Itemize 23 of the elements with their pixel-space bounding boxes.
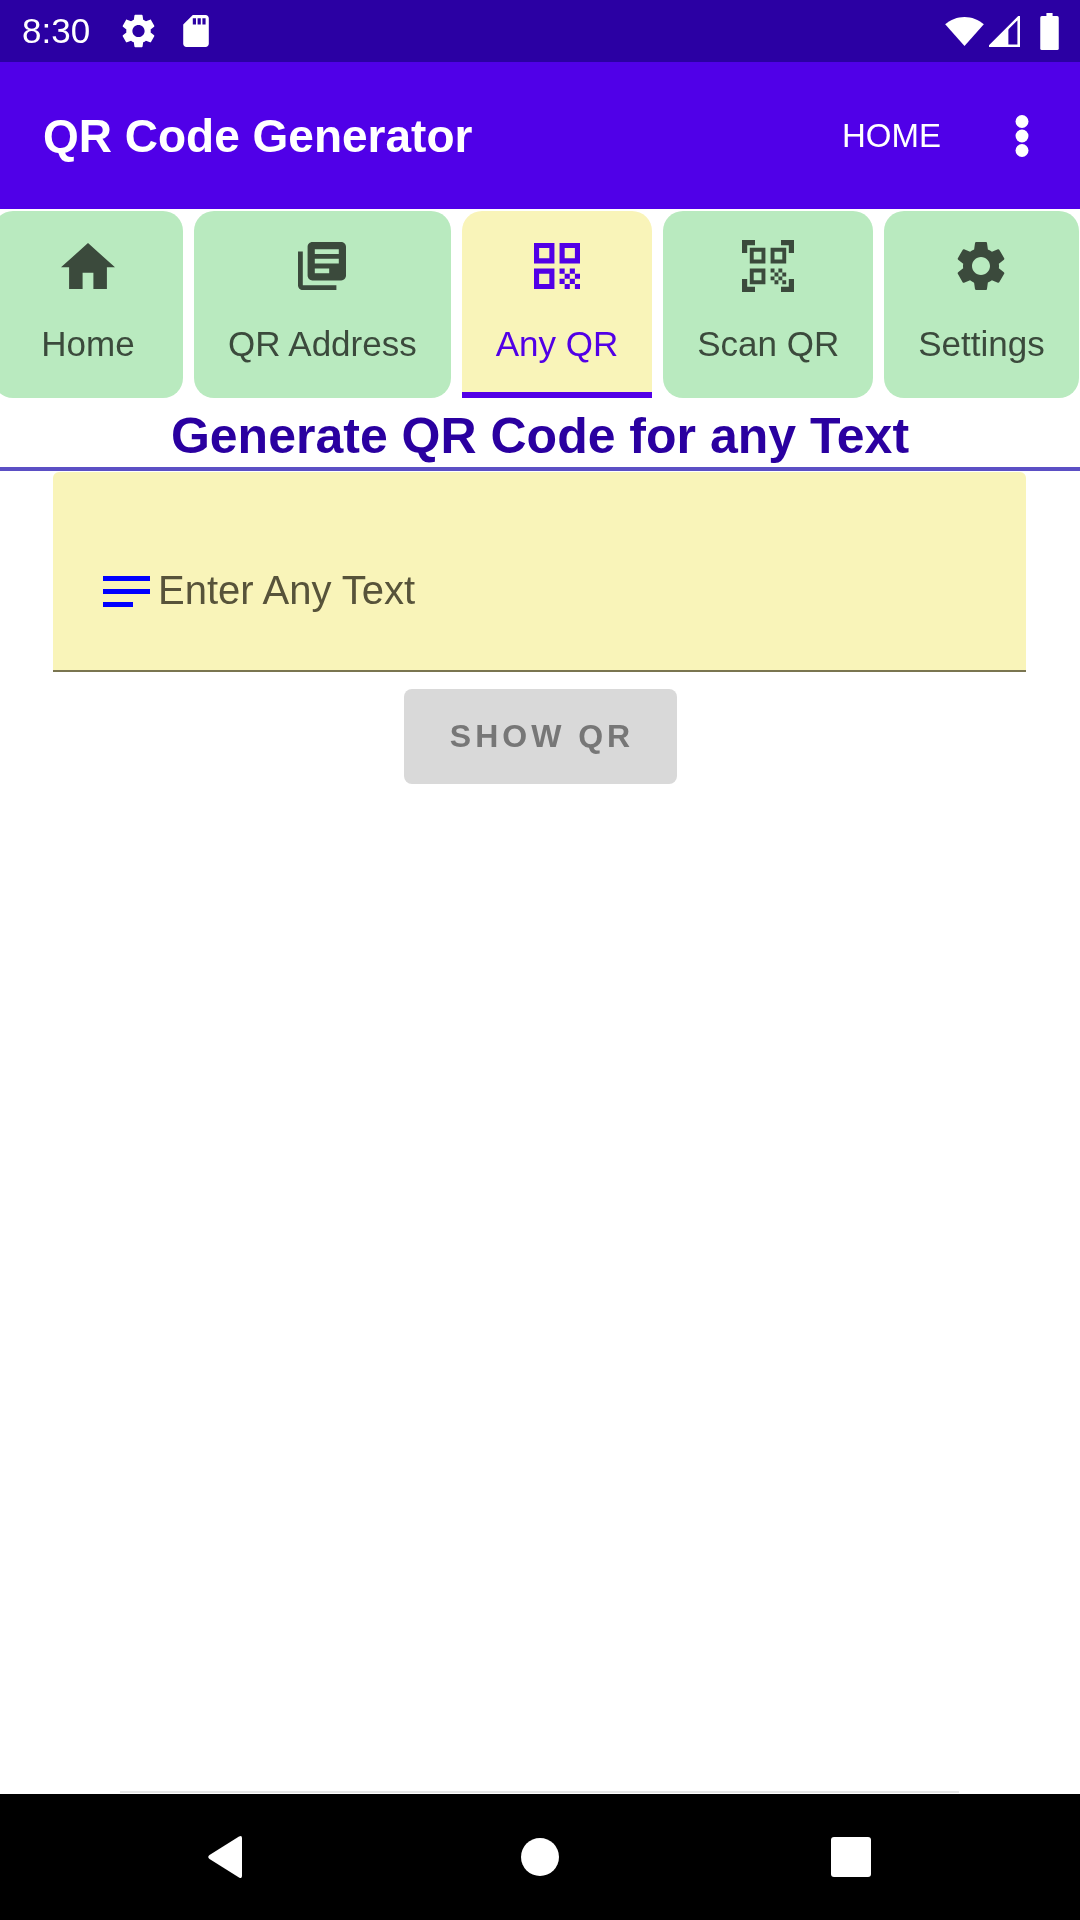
settings-icon <box>122 14 156 48</box>
tab[interactable]: Scan QR <box>663 211 874 398</box>
home-icon <box>61 243 115 289</box>
text-field[interactable]: Enter Any Text <box>53 472 1026 672</box>
battery-icon <box>1040 12 1059 50</box>
wifi-icon <box>945 16 984 46</box>
qr-scanner-icon <box>742 240 795 292</box>
app-title: QR Code Generator <box>43 108 473 163</box>
tab[interactable]: Settings <box>884 211 1079 398</box>
text-lines-icon <box>103 576 150 607</box>
more-options-icon[interactable] <box>1015 114 1029 157</box>
qr-code-icon <box>533 243 580 289</box>
settings-icon <box>957 241 1006 291</box>
status-time: 8:30 <box>22 11 91 51</box>
back-icon[interactable] <box>207 1835 244 1879</box>
tab[interactable]: Any QR <box>461 211 653 398</box>
home-button[interactable]: HOME <box>842 115 941 156</box>
signal-icon <box>989 15 1020 47</box>
home-icon[interactable] <box>521 1838 559 1876</box>
tab[interactable]: Home <box>0 211 183 398</box>
documents-icon <box>298 242 347 290</box>
tab[interactable]: QR Address <box>194 211 451 398</box>
sd-card-icon <box>183 15 210 47</box>
